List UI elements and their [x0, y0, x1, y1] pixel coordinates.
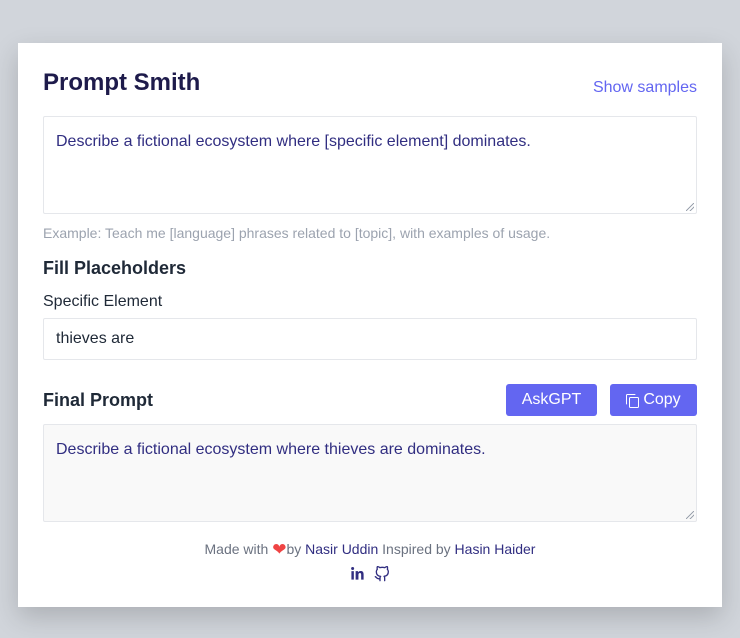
askgpt-label: AskGPT: [521, 391, 582, 408]
specific-element-input[interactable]: thieves are: [43, 318, 697, 360]
resize-grip-icon[interactable]: [686, 203, 694, 211]
final-prompt-heading: Final Prompt: [43, 390, 154, 410]
copy-icon: [626, 393, 640, 408]
inspirer-link[interactable]: Hasin Haider: [455, 541, 536, 557]
final-prompt-textarea[interactable]: Describe a fictional ecosystem where thi…: [43, 424, 697, 522]
by-text: by: [286, 541, 302, 557]
heart-icon: ❤: [272, 540, 287, 559]
github-icon[interactable]: [374, 566, 390, 582]
copy-button[interactable]: Copy: [610, 384, 697, 416]
fill-placeholders-heading: Fill Placeholders: [43, 258, 187, 278]
show-samples-link[interactable]: Show samples: [593, 79, 697, 97]
social-links: [18, 566, 722, 582]
page-title: Prompt Smith: [43, 69, 201, 96]
example-hint: Example: Teach me [language] phrases rel…: [43, 225, 551, 241]
inspired-by-text: Inspired by: [382, 541, 451, 557]
prompt-template-textarea[interactable]: Describe a fictional ecosystem where [sp…: [43, 116, 697, 214]
specific-element-label: Specific Element: [43, 293, 163, 310]
prompt-card: Prompt Smith Show samples Describe a fic…: [18, 43, 722, 607]
copy-label: Copy: [643, 391, 681, 408]
made-with-text: Made with: [204, 541, 269, 557]
askgpt-button[interactable]: AskGPT: [506, 384, 597, 416]
resize-grip-icon[interactable]: [686, 511, 694, 519]
linkedin-icon[interactable]: [350, 566, 365, 582]
author-link[interactable]: Nasir Uddin: [305, 541, 378, 557]
footer-credits: Made with ❤by Nasir Uddin Inspired by Ha…: [18, 540, 722, 560]
